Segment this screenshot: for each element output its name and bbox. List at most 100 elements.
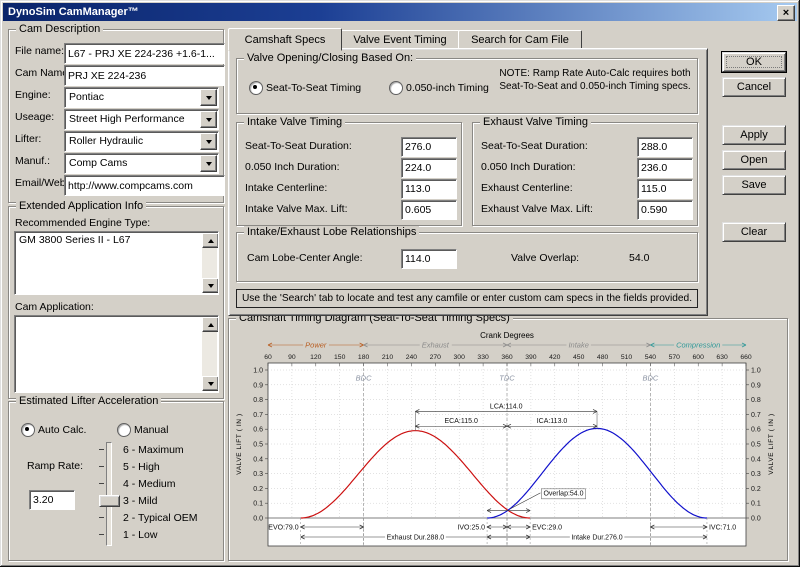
file-name-input[interactable] <box>64 43 225 64</box>
cam-lobe-center-input[interactable] <box>401 249 457 269</box>
svg-text:BDC: BDC <box>642 373 658 382</box>
scroll-down-button[interactable] <box>202 278 219 293</box>
ok-button[interactable]: OK <box>722 52 786 72</box>
scrollbar[interactable] <box>202 233 217 293</box>
email-web-input[interactable] <box>64 175 225 196</box>
svg-text:0.4: 0.4 <box>751 456 761 463</box>
svg-text:510: 510 <box>621 354 633 361</box>
intake-max-lift-input[interactable] <box>401 200 457 220</box>
slider-tick <box>99 517 104 518</box>
ramp-rate-slider-track[interactable] <box>106 442 112 546</box>
intake-050-duration-input[interactable] <box>401 158 457 178</box>
manuf-label: Manuf.: <box>15 155 50 167</box>
slider-level-label: 3 - Mild <box>123 495 157 507</box>
ramp-rate-note: NOTE: Ramp Rate Auto-Calc requires both … <box>499 68 691 93</box>
svg-text:0.8: 0.8 <box>253 397 263 404</box>
slider-level-label: 4 - Medium <box>123 478 176 490</box>
row-label: Exhaust Centerline: <box>481 182 573 194</box>
svg-text:Intake Dur.276.0: Intake Dur.276.0 <box>571 535 622 542</box>
svg-text:1.0: 1.0 <box>751 368 761 375</box>
group-title: Cam Description <box>16 23 103 35</box>
slider-tick <box>99 483 104 484</box>
cam-name-input[interactable] <box>64 65 225 86</box>
svg-text:450: 450 <box>573 354 585 361</box>
seat-to-seat-radio[interactable] <box>249 81 263 95</box>
scroll-down-icon <box>208 382 214 386</box>
engine-dropdown-button[interactable] <box>200 89 217 106</box>
useage-label: Useage: <box>15 111 54 123</box>
engine-type-label: Recommended Engine Type: <box>15 217 150 229</box>
exhaust-max-lift-input[interactable] <box>637 200 693 220</box>
svg-text:270: 270 <box>430 354 442 361</box>
group-title: Exhaust Valve Timing <box>480 116 591 128</box>
tab-label: Valve Event Timing <box>353 34 446 46</box>
engine-dropdown[interactable]: Pontiac <box>64 87 219 108</box>
chevron-down-icon <box>206 140 212 144</box>
svg-text:300: 300 <box>454 354 466 361</box>
row-label: 0.050 Inch Duration: <box>481 161 576 173</box>
manual-radio[interactable] <box>117 423 131 437</box>
svg-text:630: 630 <box>716 354 728 361</box>
tab-camshaft-specs[interactable]: Camshaft Specs <box>228 28 342 51</box>
svg-text:Crank Degrees: Crank Degrees <box>480 331 534 340</box>
slider-tick <box>99 449 104 450</box>
open-button[interactable]: Open <box>722 150 786 170</box>
engine-dropdown-value: Pontiac <box>69 91 200 103</box>
svg-text:480: 480 <box>597 354 609 361</box>
tab-search-for-cam-file[interactable]: Search for Cam File <box>458 30 582 50</box>
intake-centerline-input[interactable] <box>401 179 457 199</box>
svg-text:ECA:115.0: ECA:115.0 <box>445 418 478 425</box>
seat-to-seat-label: Seat-To-Seat Timing <box>266 82 361 94</box>
useage-dropdown-button[interactable] <box>200 111 217 128</box>
svg-text:Power: Power <box>305 341 327 350</box>
close-button[interactable]: × <box>777 5 795 21</box>
window-title: DynoSim CamManager™ <box>8 6 139 18</box>
manuf-dropdown-button[interactable] <box>200 155 217 172</box>
save-button[interactable]: Save <box>722 175 786 195</box>
svg-text:EVC:29.0: EVC:29.0 <box>532 525 562 532</box>
slider-level-label: 6 - Maximum <box>123 444 184 456</box>
svg-text:150: 150 <box>334 354 346 361</box>
useage-dropdown[interactable]: Street High Performance <box>64 109 219 130</box>
auto-calc-radio[interactable] <box>21 423 35 437</box>
lifter-dropdown-button[interactable] <box>200 133 217 150</box>
scroll-up-button[interactable] <box>202 233 219 248</box>
svg-text:600: 600 <box>693 354 705 361</box>
cancel-button[interactable]: Cancel <box>722 77 786 97</box>
engine-type-field <box>14 231 219 295</box>
row-label: Seat-To-Seat Duration: <box>245 140 352 152</box>
slider-tick <box>99 466 104 467</box>
manuf-dropdown[interactable]: Comp Cams <box>64 153 219 174</box>
svg-text:330: 330 <box>477 354 489 361</box>
engine-type-textarea[interactable] <box>16 233 202 293</box>
close-icon: × <box>783 8 789 19</box>
svg-text:0.2: 0.2 <box>751 486 761 493</box>
file-name-label: File name: <box>15 45 64 57</box>
ramp-rate-value[interactable] <box>29 490 75 510</box>
apply-button[interactable]: Apply <box>722 125 786 145</box>
exhaust-centerline-input[interactable] <box>637 179 693 199</box>
lifter-dropdown[interactable]: Roller Hydraulic <box>64 131 219 152</box>
svg-text:0.5: 0.5 <box>253 442 263 449</box>
ramp-rate-slider-thumb[interactable] <box>99 495 120 507</box>
title-bar[interactable]: DynoSim CamManager™ × <box>3 3 797 21</box>
svg-text:0.1: 0.1 <box>751 501 761 508</box>
inch-timing-radio[interactable] <box>389 81 403 95</box>
tab-valve-event-timing[interactable]: Valve Event Timing <box>340 30 460 50</box>
cam-application-textarea[interactable] <box>16 317 202 391</box>
intake-duration-input[interactable] <box>401 137 457 157</box>
group-title: Intake Valve Timing <box>244 116 345 128</box>
scroll-up-button[interactable] <box>202 317 219 332</box>
dynosim-cammanager-window: DynoSim CamManager™ × Cam Description Fi… <box>0 0 800 567</box>
svg-text:0.4: 0.4 <box>253 456 263 463</box>
exhaust-050-duration-input[interactable] <box>637 158 693 178</box>
scrollbar[interactable] <box>202 317 217 391</box>
exhaust-duration-input[interactable] <box>637 137 693 157</box>
svg-text:210: 210 <box>382 354 394 361</box>
scroll-down-button[interactable] <box>202 376 219 391</box>
svg-text:0.9: 0.9 <box>253 382 263 389</box>
lifter-dropdown-value: Roller Hydraulic <box>69 135 200 147</box>
clear-button[interactable]: Clear <box>722 222 786 242</box>
group-title: Extended Application Info <box>16 200 146 212</box>
svg-text:Exhaust: Exhaust <box>422 341 450 350</box>
